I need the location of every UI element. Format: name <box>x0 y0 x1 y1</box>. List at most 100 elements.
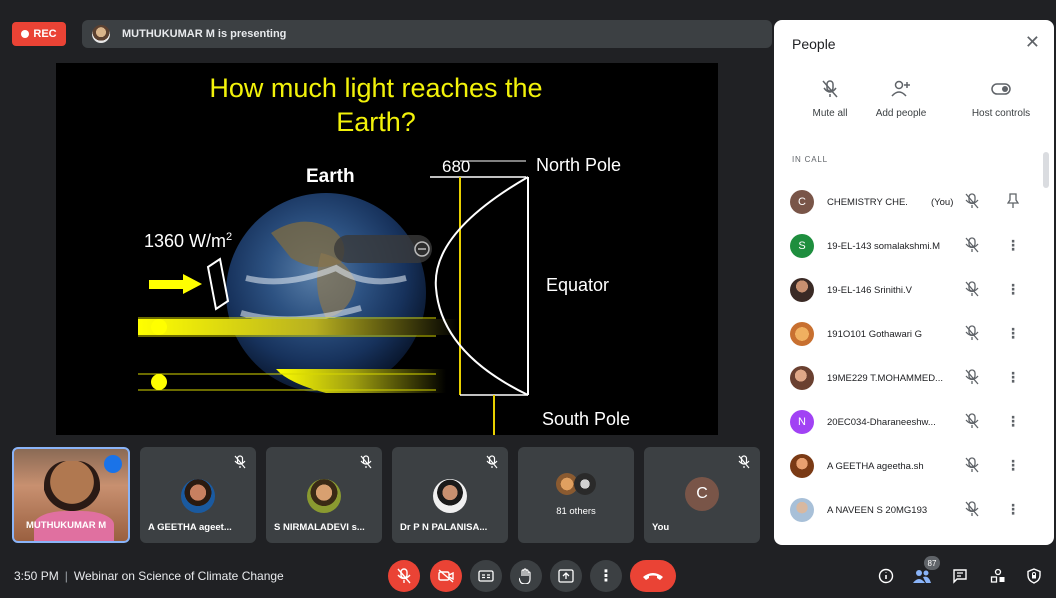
tile-name: Dr P N PALANISA... <box>400 522 488 533</box>
clock: 3:50 PM <box>14 569 59 583</box>
avatar: S <box>790 234 814 258</box>
presentation-slide: How much light reaches the Earth? Earth … <box>56 63 718 435</box>
participant-scrollbar[interactable] <box>1042 146 1050 536</box>
record-dot-icon <box>21 30 30 38</box>
tile-self[interactable]: C You <box>644 447 760 543</box>
more-options-icon[interactable]: ⋮ <box>1006 457 1020 473</box>
recording-badge[interactable]: REC <box>12 22 66 46</box>
add-person-icon <box>857 78 945 100</box>
tile-name: S NIRMALADEVI s... <box>274 522 365 533</box>
earth-cross-section <box>434 176 529 396</box>
tile-presenter[interactable]: MUTHUKUMAR M <box>12 447 130 543</box>
light-dot-upper <box>151 319 167 335</box>
close-icon[interactable]: ✕ <box>1025 32 1040 53</box>
flux-label: 1360 W/m2 <box>144 231 232 252</box>
flux-superscript: 2 <box>226 231 233 243</box>
more-options-icon[interactable]: ⋮ <box>1006 369 1020 385</box>
scrollbar-thumb[interactable] <box>1043 152 1049 188</box>
mic-off-icon <box>360 455 372 474</box>
avatar <box>790 366 814 390</box>
meeting-details-button[interactable] <box>874 564 898 588</box>
tile-participant[interactable]: Dr P N PALANISA... <box>392 447 508 543</box>
captions-button[interactable] <box>470 560 502 592</box>
more-vert-icon: ⋮ <box>598 568 614 585</box>
host-controls-label: Host controls <box>971 108 1031 119</box>
avatar <box>574 473 596 495</box>
participant-name: 19-EL-143 somalakshmi.M <box>827 240 940 252</box>
avatar <box>790 278 814 302</box>
camera-toggle-button[interactable] <box>430 560 462 592</box>
equator-label: Equator <box>546 275 610 295</box>
avatar <box>181 479 215 513</box>
host-controls-button[interactable]: Host controls <box>946 78 1054 119</box>
mic-off-icon <box>965 281 979 302</box>
more-options-icon[interactable]: ⋮ <box>1006 501 1020 517</box>
raise-hand-button[interactable] <box>510 560 542 592</box>
presentation-overlay-toolbar[interactable] <box>334 235 432 263</box>
participant-row[interactable]: S 19-EL-143 somalakshmi.M ⋮ <box>774 224 1040 268</box>
participant-row[interactable]: 191O101 Gothawari G ⋮ <box>774 312 1040 356</box>
activities-button[interactable] <box>986 564 1010 588</box>
tile-participant[interactable]: S NIRMALADEVI s... <box>266 447 382 543</box>
you-label: (You) <box>931 196 954 208</box>
hand-icon <box>519 568 531 584</box>
mic-off-icon <box>486 455 498 474</box>
participant-row[interactable]: 19ME229 T.MOHAMMED... ⋮ <box>774 356 1040 400</box>
tile-name: MUTHUKUMAR M <box>26 520 107 531</box>
more-options-icon[interactable]: ⋮ <box>1006 237 1020 253</box>
avatar <box>433 479 467 513</box>
tile-name: You <box>652 522 670 533</box>
add-people-button[interactable]: Add people <box>857 78 945 119</box>
participant-row[interactable]: A GEETHA ageetha.sh ⋮ <box>774 444 1040 488</box>
flux-value: 1360 W/m <box>144 231 227 251</box>
panel-actions: Mute all Add people Host controls <box>774 78 1054 128</box>
mic-off-icon <box>965 237 979 258</box>
participant-row[interactable]: C CHEMISTRY CHE... (You) <box>774 180 1040 224</box>
participant-name: 20EC034-Dharaneeshw... <box>827 416 936 428</box>
participant-name: 191O101 Gothawari G <box>827 328 923 340</box>
mic-toggle-button[interactable] <box>388 560 420 592</box>
pin-icon[interactable] <box>1006 193 1020 212</box>
mic-off-icon <box>965 501 979 522</box>
mic-off-icon <box>965 369 979 390</box>
panel-title: People <box>792 36 836 52</box>
avatar <box>790 454 814 478</box>
participant-row[interactable]: A NAVEEN S 20MG193 ⋮ <box>774 488 1040 532</box>
people-icon <box>913 570 931 583</box>
number-680: 680 <box>442 157 471 176</box>
mic-off-icon <box>965 325 979 346</box>
present-button[interactable] <box>550 560 582 592</box>
people-count-badge: 87 <box>924 556 940 570</box>
tile-others[interactable]: 81 others <box>518 447 634 543</box>
more-options-button[interactable]: ⋮ <box>590 560 622 592</box>
add-people-label: Add people <box>875 108 927 119</box>
tile-participant[interactable]: A GEETHA ageet... <box>140 447 256 543</box>
tile-name: A GEETHA ageet... <box>148 522 232 533</box>
mic-off-icon <box>738 455 750 474</box>
host-controls-bottom-button[interactable] <box>1022 564 1046 588</box>
participant-name: A NAVEEN S 20MG193 <box>827 504 928 516</box>
camera-off-icon <box>438 569 454 583</box>
in-call-heading: IN CALL <box>792 155 828 164</box>
end-call-button[interactable] <box>630 560 676 592</box>
toggle-icon <box>946 78 1054 100</box>
earth-label: Earth <box>306 166 355 187</box>
info-icon <box>878 568 894 584</box>
shapes-icon <box>990 568 1005 583</box>
more-options-icon[interactable]: ⋮ <box>1006 325 1020 341</box>
hang-up-icon <box>643 573 663 580</box>
more-options-icon[interactable]: ⋮ <box>1006 281 1020 297</box>
mic-off-icon <box>965 193 979 214</box>
mic-off-icon <box>234 455 246 474</box>
participant-row[interactable]: N 20EC034-Dharaneeshw... ⋮ <box>774 400 1040 444</box>
chat-button[interactable] <box>948 564 972 588</box>
presenting-banner: MUTHUKUMAR M is presenting <box>82 20 772 48</box>
light-band-upper <box>138 319 458 335</box>
speaking-indicator-icon <box>104 455 122 473</box>
chat-icon <box>953 569 967 584</box>
more-options-icon[interactable]: ⋮ <box>1006 413 1020 429</box>
participant-row[interactable]: 19-EL-146 Srinithi.V ⋮ <box>774 268 1040 312</box>
presenter-avatar <box>92 25 110 43</box>
shield-lock-icon <box>1027 568 1041 584</box>
light-dot-lower <box>151 374 167 390</box>
